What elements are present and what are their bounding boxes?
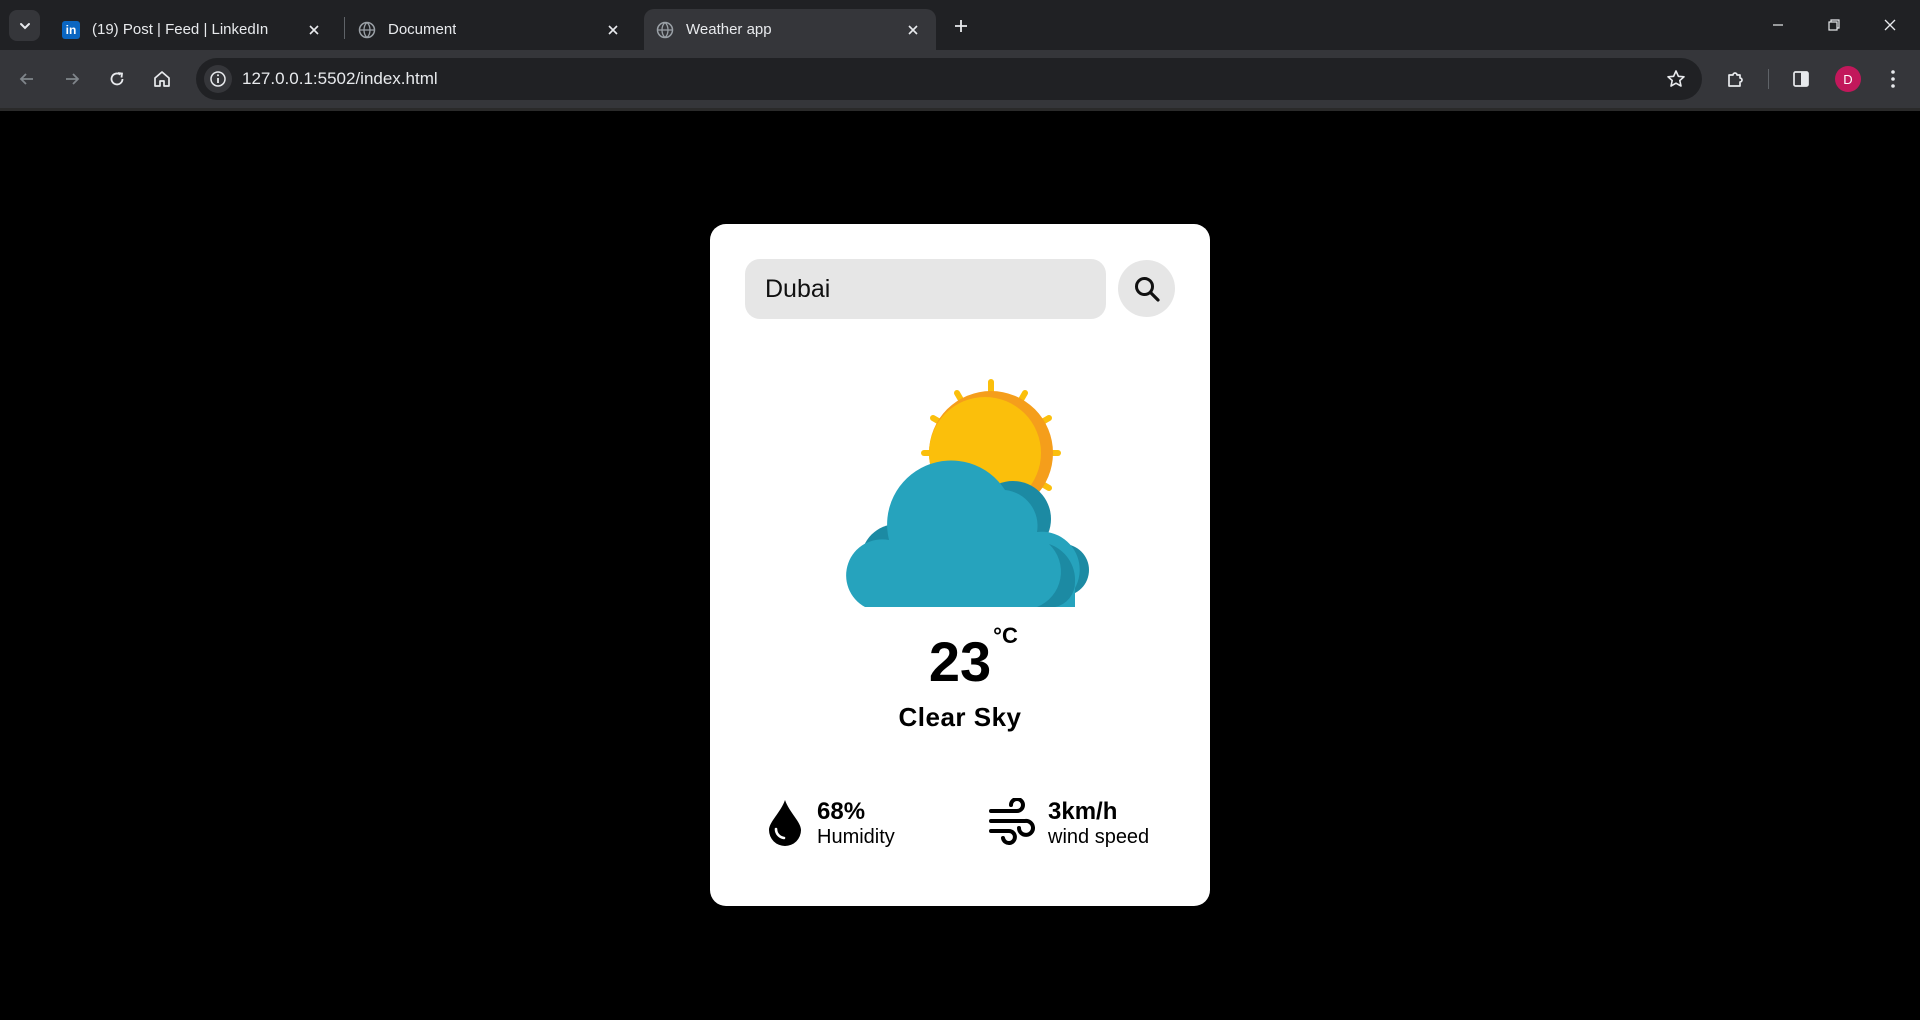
tab-title: (19) Post | Feed | LinkedIn <box>92 21 269 38</box>
url-text[interactable]: 127.0.0.1:5502/index.html <box>242 69 438 89</box>
tab-title: Weather app <box>686 21 772 38</box>
minimize-icon <box>1773 24 1783 26</box>
tab-search-button[interactable] <box>9 10 40 41</box>
wind-detail: 3km/h wind speed <box>989 796 1189 856</box>
site-info-button[interactable] <box>204 65 232 93</box>
new-tab-button[interactable] <box>947 12 975 40</box>
chevron-down-icon <box>19 22 30 29</box>
back-button[interactable] <box>10 62 44 96</box>
kebab-menu-icon <box>1891 70 1895 88</box>
home-button[interactable] <box>145 62 179 96</box>
restore-button[interactable] <box>1806 0 1862 50</box>
sun-behind-cloud-icon <box>846 379 1089 607</box>
side-panel-button[interactable] <box>1784 62 1818 96</box>
tab-linkedin[interactable]: in (19) Post | Feed | LinkedIn <box>52 9 337 50</box>
globe-icon <box>656 21 674 38</box>
temperature-number: 23 <box>928 630 992 693</box>
arrow-left-icon <box>19 73 33 85</box>
water-drop-icon <box>769 800 801 846</box>
address-bar[interactable]: 127.0.0.1:5502/index.html <box>196 58 1702 100</box>
tab-title: Document <box>388 21 457 38</box>
close-icon[interactable] <box>904 21 922 39</box>
temperature-value: 23 °C <box>928 623 1018 694</box>
wind-speed-value: 3km/h <box>1048 798 1118 825</box>
browser-toolbar: 127.0.0.1:5502/index.html D <box>0 50 1920 108</box>
profile-avatar[interactable]: D <box>1835 66 1861 92</box>
arrow-right-icon <box>66 73 80 85</box>
weather-condition: Clear Sky <box>898 702 1022 732</box>
extensions-button[interactable] <box>1719 62 1753 96</box>
bookmark-button[interactable] <box>1664 67 1688 91</box>
search-row <box>745 259 1175 319</box>
humidity-detail: 68% Humidity <box>767 796 947 856</box>
globe-icon <box>358 21 376 38</box>
minimize-button[interactable] <box>1750 0 1806 50</box>
search-icon <box>1134 276 1160 302</box>
toolbar-separator <box>1768 69 1769 89</box>
linkedin-icon: in <box>62 20 80 39</box>
weather-card: 23°C Clear Sky 68% Humidity 3km/h wind s… <box>710 224 1210 906</box>
home-icon <box>154 71 170 87</box>
viewport-edge <box>0 108 1920 111</box>
city-search-input[interactable] <box>745 259 1106 319</box>
close-icon[interactable] <box>305 21 323 39</box>
menu-button[interactable] <box>1876 62 1910 96</box>
temperature-display: 23 °C <box>710 623 1210 694</box>
forward-button[interactable] <box>55 62 89 96</box>
search-button[interactable] <box>1118 260 1175 317</box>
star-icon <box>1667 70 1685 87</box>
tab-separator <box>344 17 345 39</box>
close-icon[interactable] <box>604 21 622 39</box>
reload-button[interactable] <box>100 62 134 96</box>
tab-strip: in (19) Post | Feed | LinkedIn Document … <box>0 0 1920 50</box>
puzzle-icon <box>1728 72 1743 87</box>
temperature-unit: °C <box>993 623 1018 648</box>
side-panel-icon <box>1793 71 1809 87</box>
tab-weather-app[interactable]: Weather app <box>644 9 936 50</box>
restore-icon <box>1828 19 1840 31</box>
plus-icon <box>955 20 967 32</box>
wind-speed-label: wind speed <box>1048 826 1150 848</box>
info-icon <box>210 71 226 87</box>
humidity-value: 68% <box>817 798 866 825</box>
close-icon <box>1884 19 1896 31</box>
close-window-button[interactable] <box>1862 0 1918 50</box>
wind-icon <box>989 798 1035 845</box>
reload-icon <box>110 72 124 86</box>
humidity-label: Humidity <box>817 826 895 848</box>
tab-document[interactable]: Document <box>348 9 636 50</box>
